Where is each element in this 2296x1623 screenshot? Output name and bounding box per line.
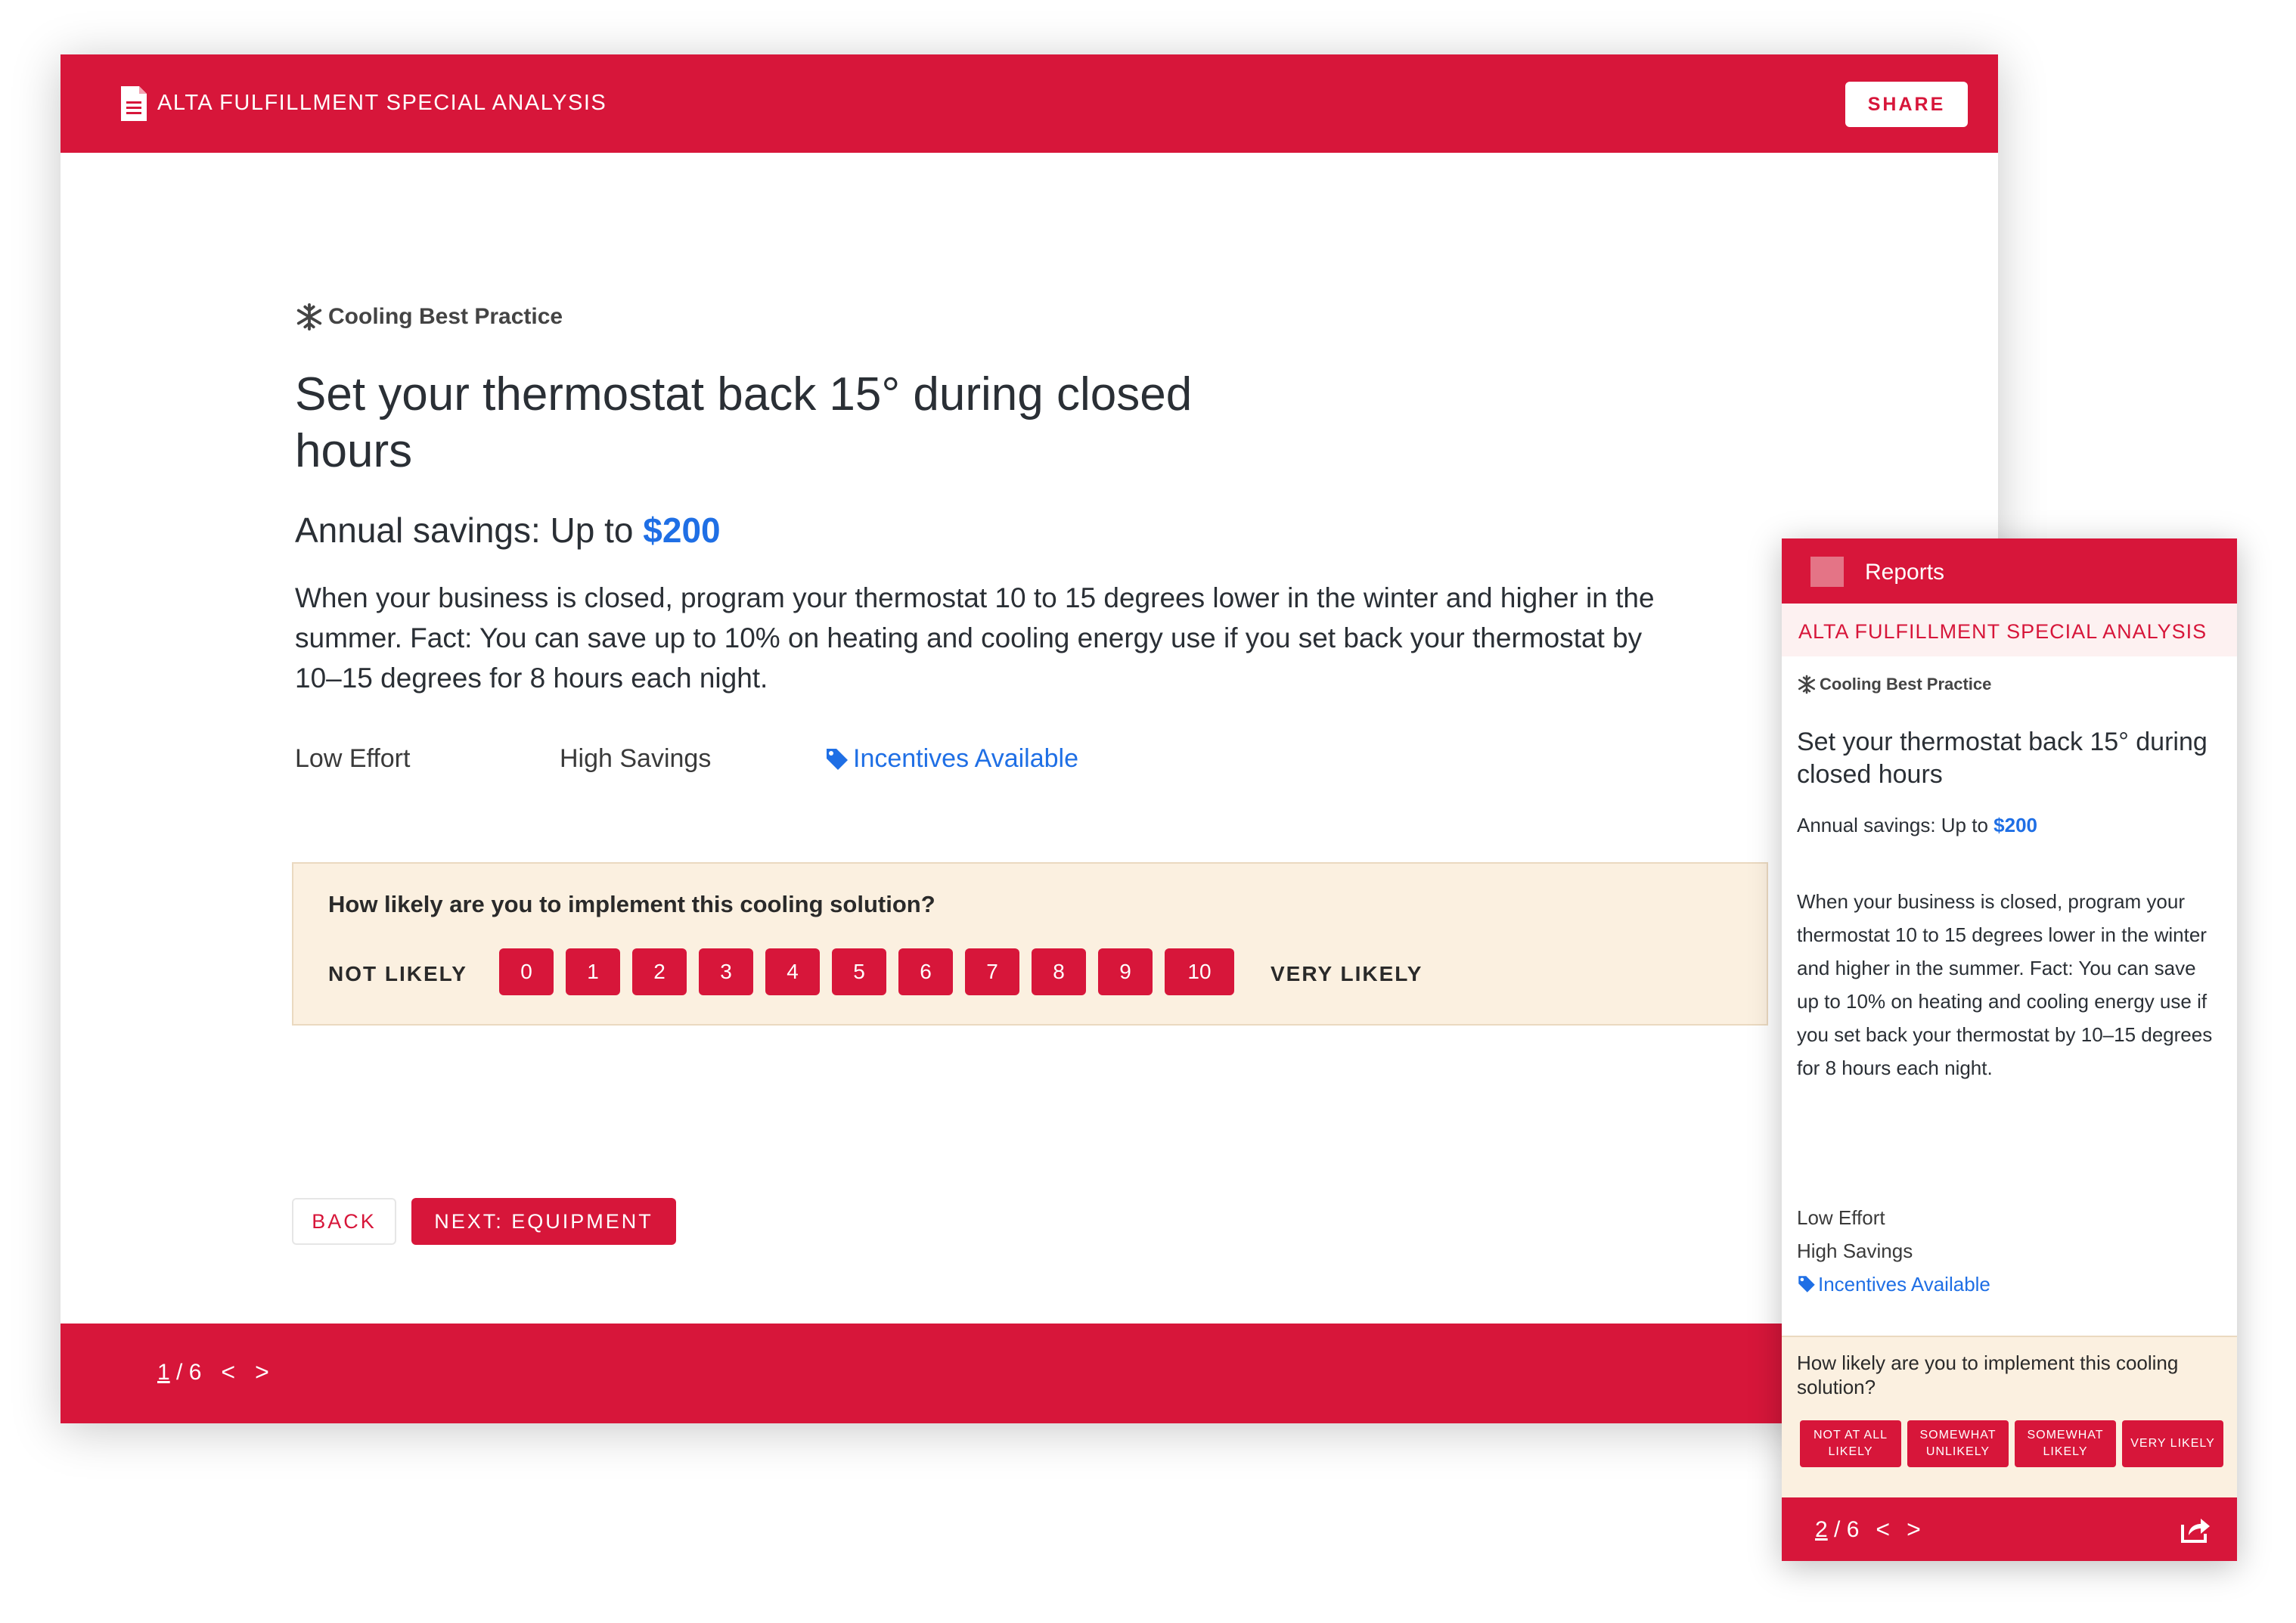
recommendation-description: When your business is closed, program yo…: [295, 582, 1655, 694]
category-label: Cooling Best Practice: [295, 303, 563, 331]
rating-scale: 0 1 2 3 4 5 6 7 8 9 10: [499, 948, 1234, 995]
mobile-likelihood-survey: How likely are you to implement this coo…: [1782, 1336, 2237, 1499]
mobile-rating-options: NOT AT ALL LIKELY SOMEWHAT UNLIKELY SOME…: [1800, 1420, 2223, 1467]
report-title: ALTA FULFILLMENT SPECIAL ANALYSIS: [157, 91, 607, 115]
rating-button-3[interactable]: 3: [699, 948, 753, 995]
mobile-page-indicator: 2 / 6 < >: [1815, 1516, 1921, 1544]
share-icon[interactable]: [2180, 1514, 2211, 1544]
mobile-footer: 2 / 6 < >: [1782, 1497, 2237, 1561]
mobile-incentives-text: Incentives Available: [1818, 1273, 1990, 1296]
share-button[interactable]: SHARE: [1845, 82, 1968, 127]
recommendation-title: Set your thermostat back 15° during clos…: [295, 368, 1193, 477]
savings-amount: $200: [643, 510, 721, 550]
rating-button-8[interactable]: 8: [1032, 948, 1086, 995]
next-equipment-button[interactable]: NEXT: EQUIPMENT: [411, 1198, 676, 1245]
rating-button-5[interactable]: 5: [832, 948, 886, 995]
current-page[interactable]: 1: [157, 1360, 170, 1386]
incentives-link[interactable]: Incentives Available: [824, 744, 1078, 774]
prev-page-button[interactable]: <: [221, 1358, 235, 1386]
mobile-attribute-tags: Low Effort High Savings Incentives Avail…: [1797, 1201, 1990, 1301]
desktop-footer: 1 / 6 < >: [61, 1324, 1998, 1423]
mobile-annual-savings: Annual savings: Up to $200: [1797, 814, 2037, 837]
mobile-savings-tag: High Savings: [1797, 1240, 1913, 1262]
mobile-category-label: Cooling Best Practice: [1797, 675, 1991, 694]
mobile-survey-question: How likely are you to implement this coo…: [1797, 1351, 2179, 1398]
mobile-effort-tag: Low Effort: [1797, 1206, 1885, 1229]
mobile-total-pages: 6: [1846, 1516, 1860, 1542]
savings-prefix: Annual savings: Up to: [295, 510, 644, 550]
back-button[interactable]: BACK: [292, 1198, 396, 1245]
option-very-likely[interactable]: VERY LIKELY: [2122, 1420, 2223, 1467]
option-not-at-all-likely[interactable]: NOT AT ALL LIKELY: [1800, 1420, 1901, 1467]
desktop-header: ALTA FULFILLMENT SPECIAL ANALYSIS SHARE: [61, 54, 1998, 153]
mobile-recommendation-description: When your business is closed, program yo…: [1797, 890, 2213, 1079]
rating-button-7[interactable]: 7: [965, 948, 1019, 995]
snowflake-icon: [296, 303, 322, 331]
mobile-savings-prefix: Annual savings: Up to: [1797, 814, 1994, 836]
rating-button-0[interactable]: 0: [499, 948, 554, 995]
mobile-page-separator: /: [1827, 1516, 1847, 1542]
survey-question: How likely are you to implement this coo…: [328, 891, 935, 917]
mobile-next-page-button[interactable]: >: [1907, 1516, 1921, 1544]
likelihood-survey: How likely are you to implement this coo…: [292, 862, 1768, 1026]
annual-savings: Annual savings: Up to $200: [295, 510, 721, 551]
option-somewhat-unlikely[interactable]: SOMEWHAT UNLIKELY: [1907, 1420, 2009, 1467]
mobile-report-title: ALTA FULFILLMENT SPECIAL ANALYSIS: [1798, 620, 2208, 643]
mobile-subtitle-bar: ALTA FULFILLMENT SPECIAL ANALYSIS: [1782, 604, 2237, 656]
mobile-header-label: Reports: [1865, 560, 1945, 585]
savings-tag: High Savings: [560, 744, 712, 773]
mobile-incentives-link[interactable]: Incentives Available: [1797, 1268, 1990, 1301]
category-text: Cooling Best Practice: [328, 304, 563, 329]
desktop-report-window: ALTA FULFILLMENT SPECIAL ANALYSIS SHARE …: [61, 54, 1998, 1423]
mobile-current-page[interactable]: 2: [1815, 1517, 1828, 1543]
scale-high-label: VERY LIKELY: [1271, 962, 1423, 985]
rating-button-10[interactable]: 10: [1165, 948, 1234, 995]
rating-button-1[interactable]: 1: [566, 948, 620, 995]
scale-low-label: NOT LIKELY: [328, 962, 467, 985]
effort-tag: Low Effort: [295, 744, 411, 773]
mobile-report-panel: Reports ALTA FULFILLMENT SPECIAL ANALYSI…: [1782, 538, 2237, 1561]
mobile-header: Reports: [1782, 538, 2237, 604]
page-separator: /: [169, 1359, 189, 1385]
incentives-text: Incentives Available: [853, 744, 1079, 773]
rating-button-2[interactable]: 2: [632, 948, 687, 995]
mobile-savings-amount: $200: [1993, 814, 2037, 836]
total-pages: 6: [188, 1359, 202, 1385]
mobile-recommendation-title: Set your thermostat back 15° during clos…: [1797, 728, 2208, 789]
mobile-category-text: Cooling Best Practice: [1820, 675, 1992, 694]
rating-button-6[interactable]: 6: [898, 948, 953, 995]
page-indicator: 1 / 6 < >: [157, 1358, 269, 1386]
snowflake-icon: [1798, 675, 1816, 694]
tag-icon: [827, 748, 848, 770]
mobile-prev-page-button[interactable]: <: [1876, 1516, 1890, 1544]
hamburger-menu-icon[interactable]: [1810, 557, 1844, 587]
rating-button-4[interactable]: 4: [765, 948, 820, 995]
document-icon: [121, 86, 147, 121]
rating-button-9[interactable]: 9: [1098, 948, 1153, 995]
tag-icon: [1798, 1276, 1815, 1293]
next-page-button[interactable]: >: [255, 1358, 269, 1386]
option-somewhat-likely[interactable]: SOMEWHAT LIKELY: [2015, 1420, 2116, 1467]
